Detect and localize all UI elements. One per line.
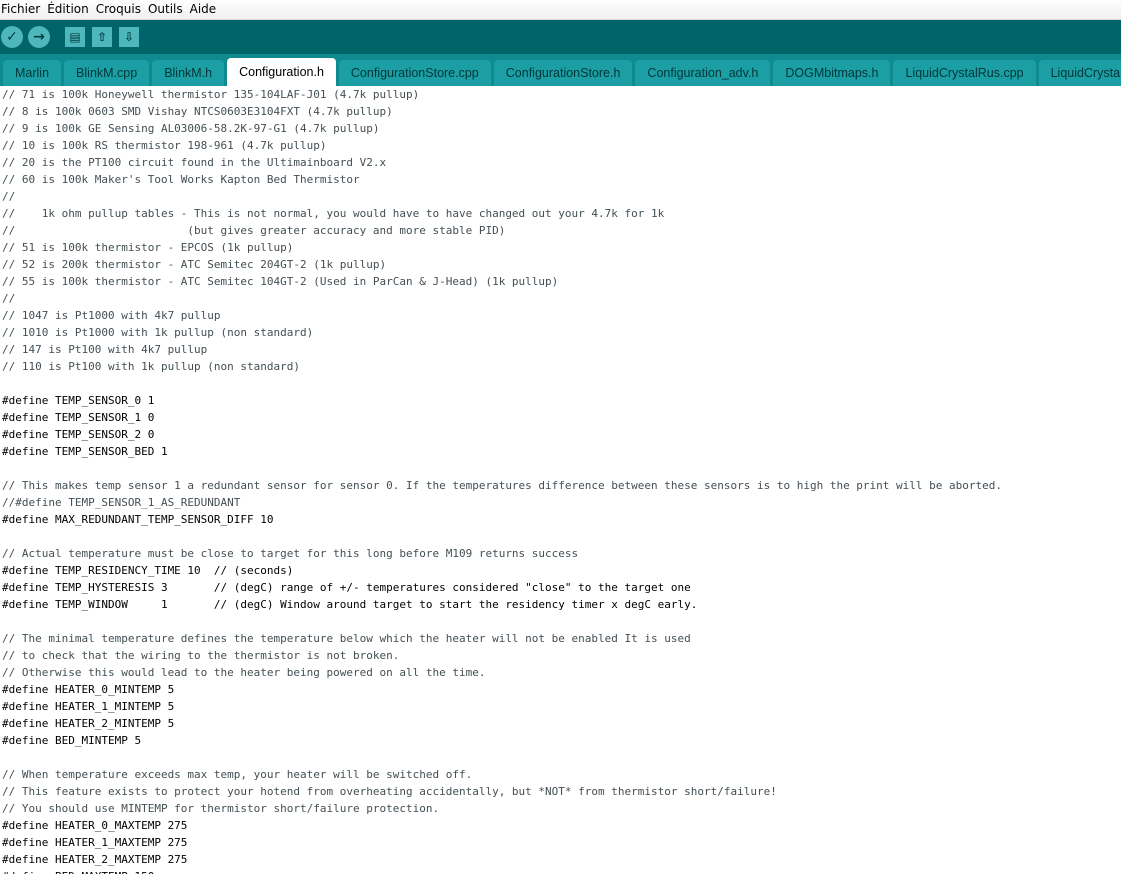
code-editor[interactable]: // 71 is 100k Honeywell thermistor 135-1… bbox=[0, 86, 1121, 874]
code-line: #define TEMP_SENSOR_BED 1 bbox=[2, 445, 168, 458]
code-line: #define HEATER_1_MINTEMP 5 bbox=[2, 700, 175, 713]
code-line: // The minimal temperature defines the t… bbox=[2, 632, 691, 645]
open-up-arrow-icon: ⇧ bbox=[96, 30, 108, 44]
code-line: #define TEMP_SENSOR_1 0 bbox=[2, 411, 155, 424]
tab-bar: Marlin BlinkM.cpp BlinkM.h Configuration.h C… bbox=[0, 54, 1121, 86]
tab-configurationstore-cpp[interactable]: ConfigurationStore.cpp bbox=[338, 60, 491, 86]
code-line: // bbox=[2, 292, 16, 305]
code-line: #define MAX_REDUNDANT_TEMP_SENSOR_DIFF 1… bbox=[2, 513, 274, 526]
tab-liquidcrystalrus-cpp[interactable]: LiquidCrystalRus.cpp bbox=[893, 60, 1036, 86]
code-line: // 1047 is Pt1000 with 4k7 pullup bbox=[2, 309, 221, 322]
arduino-ide-window: Fichier Édition Croquis Outils Aide ✓ → … bbox=[0, 0, 1121, 874]
code-line: #define HEATER_1_MAXTEMP 275 bbox=[2, 836, 188, 849]
save-button[interactable]: ⇩ bbox=[119, 27, 139, 47]
tab-dogmbitmaps-h[interactable]: DOGMbitmaps.h bbox=[773, 60, 891, 86]
code-line: #define TEMP_RESIDENCY_TIME 10 // (secon… bbox=[2, 564, 294, 577]
code-line: // bbox=[2, 190, 16, 203]
menu-bar: Fichier Édition Croquis Outils Aide bbox=[0, 0, 1121, 20]
code-line: #define TEMP_SENSOR_0 1 bbox=[2, 394, 155, 407]
new-file-icon: ▤ bbox=[69, 30, 81, 44]
menu-croquis[interactable]: Croquis bbox=[95, 0, 145, 19]
tab-configuration-adv-h[interactable]: Configuration_adv.h bbox=[635, 60, 771, 86]
code-line: #define TEMP_HYSTERESIS 3 // (degC) rang… bbox=[2, 581, 691, 594]
code-line: // 9 is 100k GE Sensing AL03006-58.2K-97… bbox=[2, 122, 380, 135]
code-line: // When temperature exceeds max temp, yo… bbox=[2, 768, 473, 781]
code-line: #define TEMP_WINDOW 1 // (degC) Window a… bbox=[2, 598, 698, 611]
code-line: // 110 is Pt100 with 1k pullup (non stan… bbox=[2, 360, 301, 373]
code-line: #define HEATER_2_MINTEMP 5 bbox=[2, 717, 175, 730]
code-line: // Otherwise this would lead to the heat… bbox=[2, 666, 486, 679]
code-line: //#define TEMP_SENSOR_1_AS_REDUNDANT bbox=[2, 496, 241, 509]
code-line: // You should use MINTEMP for thermistor… bbox=[2, 802, 440, 815]
open-button[interactable]: ⇧ bbox=[92, 27, 112, 47]
tab-liquidcrystalrus[interactable]: LiquidCrystalRus. bbox=[1038, 60, 1121, 86]
code-line: #define HEATER_0_MINTEMP 5 bbox=[2, 683, 175, 696]
code-line: // (but gives greater accuracy and more … bbox=[2, 224, 506, 237]
tab-blinkm-h[interactable]: BlinkM.h bbox=[152, 60, 225, 86]
upload-button[interactable]: → bbox=[28, 26, 50, 48]
code-line: // 55 is 100k thermistor - ATC Semitec 1… bbox=[2, 275, 559, 288]
menu-edition[interactable]: Édition bbox=[46, 0, 93, 19]
code-line: // This feature exists to protect your h… bbox=[2, 785, 777, 798]
code-line: #define TEMP_SENSOR_2 0 bbox=[2, 428, 155, 441]
menu-fichier[interactable]: Fichier bbox=[0, 0, 44, 19]
code-line: // to check that the wiring to the therm… bbox=[2, 649, 400, 662]
save-down-arrow-icon: ⇩ bbox=[123, 30, 135, 44]
menu-outils[interactable]: Outils bbox=[147, 0, 187, 19]
code-line: // 52 is 200k thermistor - ATC Semitec 2… bbox=[2, 258, 387, 271]
code-line: // 147 is Pt100 with 4k7 pullup bbox=[2, 343, 208, 356]
code-line: // 1k ohm pullup tables - This is not no… bbox=[2, 207, 665, 220]
tab-configuration-h[interactable]: Configuration.h bbox=[227, 58, 336, 86]
code-text[interactable]: // 71 is 100k Honeywell thermistor 135-1… bbox=[0, 86, 1121, 874]
code-line: // 51 is 100k thermistor - EPCOS (1k pul… bbox=[2, 241, 294, 254]
code-line: // 20 is the PT100 circuit found in the … bbox=[2, 156, 387, 169]
code-line: // This makes temp sensor 1 a redundant … bbox=[2, 479, 1003, 492]
code-line: #define HEATER_0_MAXTEMP 275 bbox=[2, 819, 188, 832]
code-line: // 60 is 100k Maker's Tool Works Kapton … bbox=[2, 173, 360, 186]
code-line: #define HEATER_2_MAXTEMP 275 bbox=[2, 853, 188, 866]
arrow-right-icon: → bbox=[33, 29, 45, 45]
new-button[interactable]: ▤ bbox=[65, 27, 85, 47]
verify-button[interactable]: ✓ bbox=[1, 26, 23, 48]
code-line: // Actual temperature must be close to t… bbox=[2, 547, 579, 560]
code-line: // 71 is 100k Honeywell thermistor 135-1… bbox=[2, 88, 420, 101]
menu-aide[interactable]: Aide bbox=[189, 0, 221, 19]
code-line: // 1010 is Pt1000 with 1k pullup (non st… bbox=[2, 326, 314, 339]
code-line: #define BED_MAXTEMP 150 bbox=[2, 868, 1121, 874]
code-line: // 10 is 100k RS thermistor 198-961 (4.7… bbox=[2, 139, 327, 152]
toolbar: ✓ → ▤ ⇧ ⇩ bbox=[0, 20, 1121, 54]
tab-configurationstore-h[interactable]: ConfigurationStore.h bbox=[493, 60, 633, 86]
check-icon: ✓ bbox=[6, 29, 18, 45]
tab-blinkm-cpp[interactable]: BlinkM.cpp bbox=[64, 60, 150, 86]
code-line: // 8 is 100k 0603 SMD Vishay NTCS0603E31… bbox=[2, 105, 393, 118]
code-line: #define BED_MINTEMP 5 bbox=[2, 734, 142, 747]
tab-marlin[interactable]: Marlin bbox=[3, 60, 62, 86]
